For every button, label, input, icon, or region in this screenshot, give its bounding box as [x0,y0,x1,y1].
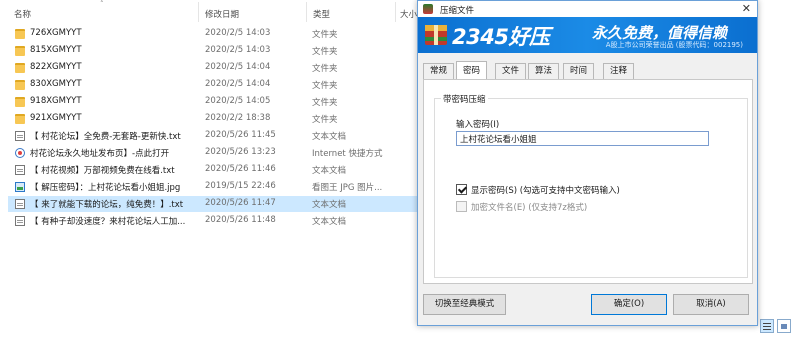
column-divider[interactable] [395,2,396,22]
file-type: 文件夹 [312,30,338,40]
file-row[interactable]: 【 村花视频】万部视频免费在线看.txt 2020/5/26 11:46 文本文档 [8,162,422,178]
column-header-name[interactable]: 名称 [14,8,31,20]
file-type: 文件夹 [312,64,338,74]
dialog-title: 压缩文件 [440,6,475,16]
file-name: 822XGMYYT [30,62,82,72]
text-file-icon [15,216,25,226]
haozip-logo-icon [425,25,447,45]
password-panel: 带密码压缩 输入密码(I) 显示密码(S) (勾选可支持中文密码输入) 加密文件… [423,79,753,284]
file-row[interactable]: 【 有种子却没速度？来村花论坛人工加... 2020/5/26 11:48 文本文档 [8,213,422,229]
tab-0[interactable]: 常规 [423,63,455,79]
file-date: 2020/5/26 11:45 [205,130,276,140]
brand-subtitle: A股上市公司荣誉出品 (股票代码：002195) [605,41,743,49]
brand-name: 2345好压 [452,25,550,49]
file-type: Internet 快捷方式 [312,149,383,159]
folder-icon [15,63,25,73]
group-title: 带密码压缩 [441,93,488,105]
folder-icon [15,97,25,107]
password-input[interactable] [456,131,709,146]
folder-icon [15,80,25,90]
tab-5[interactable]: 注释 [603,63,635,79]
file-type: 文件夹 [312,98,338,108]
tab-4[interactable]: 时间 [563,63,595,79]
file-date: 2020/5/26 11:48 [205,215,276,225]
file-date: 2020/2/5 14:03 [205,45,271,55]
file-type: 文本文档 [312,132,347,142]
file-date: 2020/5/26 11:46 [205,164,276,174]
column-header-type[interactable]: 类型 [313,8,330,20]
text-file-icon [15,165,25,175]
file-date: 2020/5/26 11:47 [205,198,276,208]
haozip-app-icon [423,4,433,14]
file-date: 2020/5/26 13:23 [205,147,276,157]
file-type: 文本文档 [312,217,347,227]
text-file-icon [15,199,25,209]
file-type: 文本文档 [312,166,347,176]
file-name: 921XGMYYT [30,113,82,123]
text-file-icon [15,131,25,141]
file-name: 726XGMYYT [30,28,82,38]
encrypt-filenames-checkbox [456,201,467,212]
tab-2[interactable]: 文件 [495,63,527,79]
file-name: 830XGMYYT [30,79,82,89]
file-type: 文本文档 [312,200,347,210]
column-header-size[interactable]: 大小 [400,8,417,20]
file-type: 文件夹 [312,47,338,57]
column-divider[interactable] [306,2,307,22]
file-date: 2020/2/5 14:05 [205,96,271,106]
internet-shortcut-icon [15,148,25,158]
file-row[interactable]: 815XGMYYT 2020/2/5 14:03 文件夹 [8,43,422,59]
tab-strip: 常规 密码 文件 算法 时间 注释 [423,61,753,79]
classic-mode-button[interactable]: 切换至经典模式 [423,294,506,315]
show-password-checkbox[interactable] [456,184,467,195]
file-name: 【 村花论坛】全免费-无套路-更新快.txt [30,132,181,142]
details-view-button[interactable] [760,319,774,333]
file-date: 2020/2/5 14:03 [205,28,271,38]
file-name: 918XGMYYT [30,96,82,106]
view-toggle [760,319,794,333]
file-row[interactable]: 822XGMYYT 2020/2/5 14:04 文件夹 [8,60,422,76]
file-row[interactable]: 【 村花论坛】全免费-无套路-更新快.txt 2020/5/26 11:45 文本文… [8,128,422,144]
file-name: 【 来了就能下载的论坛，纯免费！】.txt [30,200,184,210]
file-name: 815XGMYYT [30,45,82,55]
file-name: 【 村花视频】万部视频免费在线看.txt [30,166,175,176]
file-date: 2019/5/15 22:46 [205,181,276,191]
image-file-icon [15,182,25,192]
encrypt-filenames-label: 加密文件名(E) (仅支持7z格式) [471,203,588,213]
file-name: 【 有种子却没速度？来村花论坛人工加... [30,217,186,227]
large-icons-view-button[interactable] [777,319,791,333]
folder-icon [15,29,25,39]
file-row[interactable]: 830XGMYYT 2020/2/5 14:04 文件夹 [8,77,422,93]
file-name: 【 解压密码】：上村花论坛看小姐姐.jpg [30,183,181,193]
file-type: 看图王 JPG 图片... [312,183,383,193]
column-header-date[interactable]: 修改日期 [205,8,239,20]
column-divider[interactable] [198,2,199,22]
brand-banner: 2345好压 永久免费，值得信赖 A股上市公司荣誉出品 (股票代码：002195… [418,17,757,53]
show-password-label: 显示密码(S) (勾选可支持中文密码输入) [471,186,620,196]
folder-icon [15,114,25,124]
sort-caret-icon: ˄ [100,0,104,8]
file-date: 2020/2/5 14:04 [205,62,271,72]
tab-3[interactable]: 算法 [528,63,560,79]
file-name: 村花论坛永久地址发布页】-点此打开 [30,149,170,159]
file-row[interactable]: 村花论坛永久地址发布页】-点此打开 2020/5/26 13:23 Internet… [8,145,422,161]
password-label: 输入密码(I) [456,120,500,130]
file-row[interactable]: 918XGMYYT 2020/2/5 14:05 文件夹 [8,94,422,110]
file-row[interactable]: 【 解压密码】：上村花论坛看小姐姐.jpg 2019/5/15 22:46 看图王 … [8,179,422,195]
cancel-button[interactable]: 取消(A) [673,294,749,315]
file-date: 2020/2/2 18:38 [205,113,271,123]
folder-icon [15,46,25,56]
file-type: 文件夹 [312,81,338,91]
ok-button[interactable]: 确定(O) [591,294,667,315]
file-row[interactable]: 726XGMYYT 2020/2/5 14:03 文件夹 [8,26,422,42]
tab-1[interactable]: 密码 [456,61,488,79]
file-row[interactable]: 921XGMYYT 2020/2/2 18:38 文件夹 [8,111,422,127]
file-type: 文件夹 [312,115,338,125]
file-row[interactable]: 【 来了就能下载的论坛，纯免费！】.txt 2020/5/26 11:47 文本文档 [8,196,422,212]
close-icon[interactable]: ✕ [742,2,751,15]
compress-dialog: 压缩文件 ✕ 2345好压 永久免费，值得信赖 A股上市公司荣誉出品 (股票代码… [417,0,758,326]
file-date: 2020/2/5 14:04 [205,79,271,89]
dialog-titlebar[interactable]: 压缩文件 ✕ [418,1,757,17]
